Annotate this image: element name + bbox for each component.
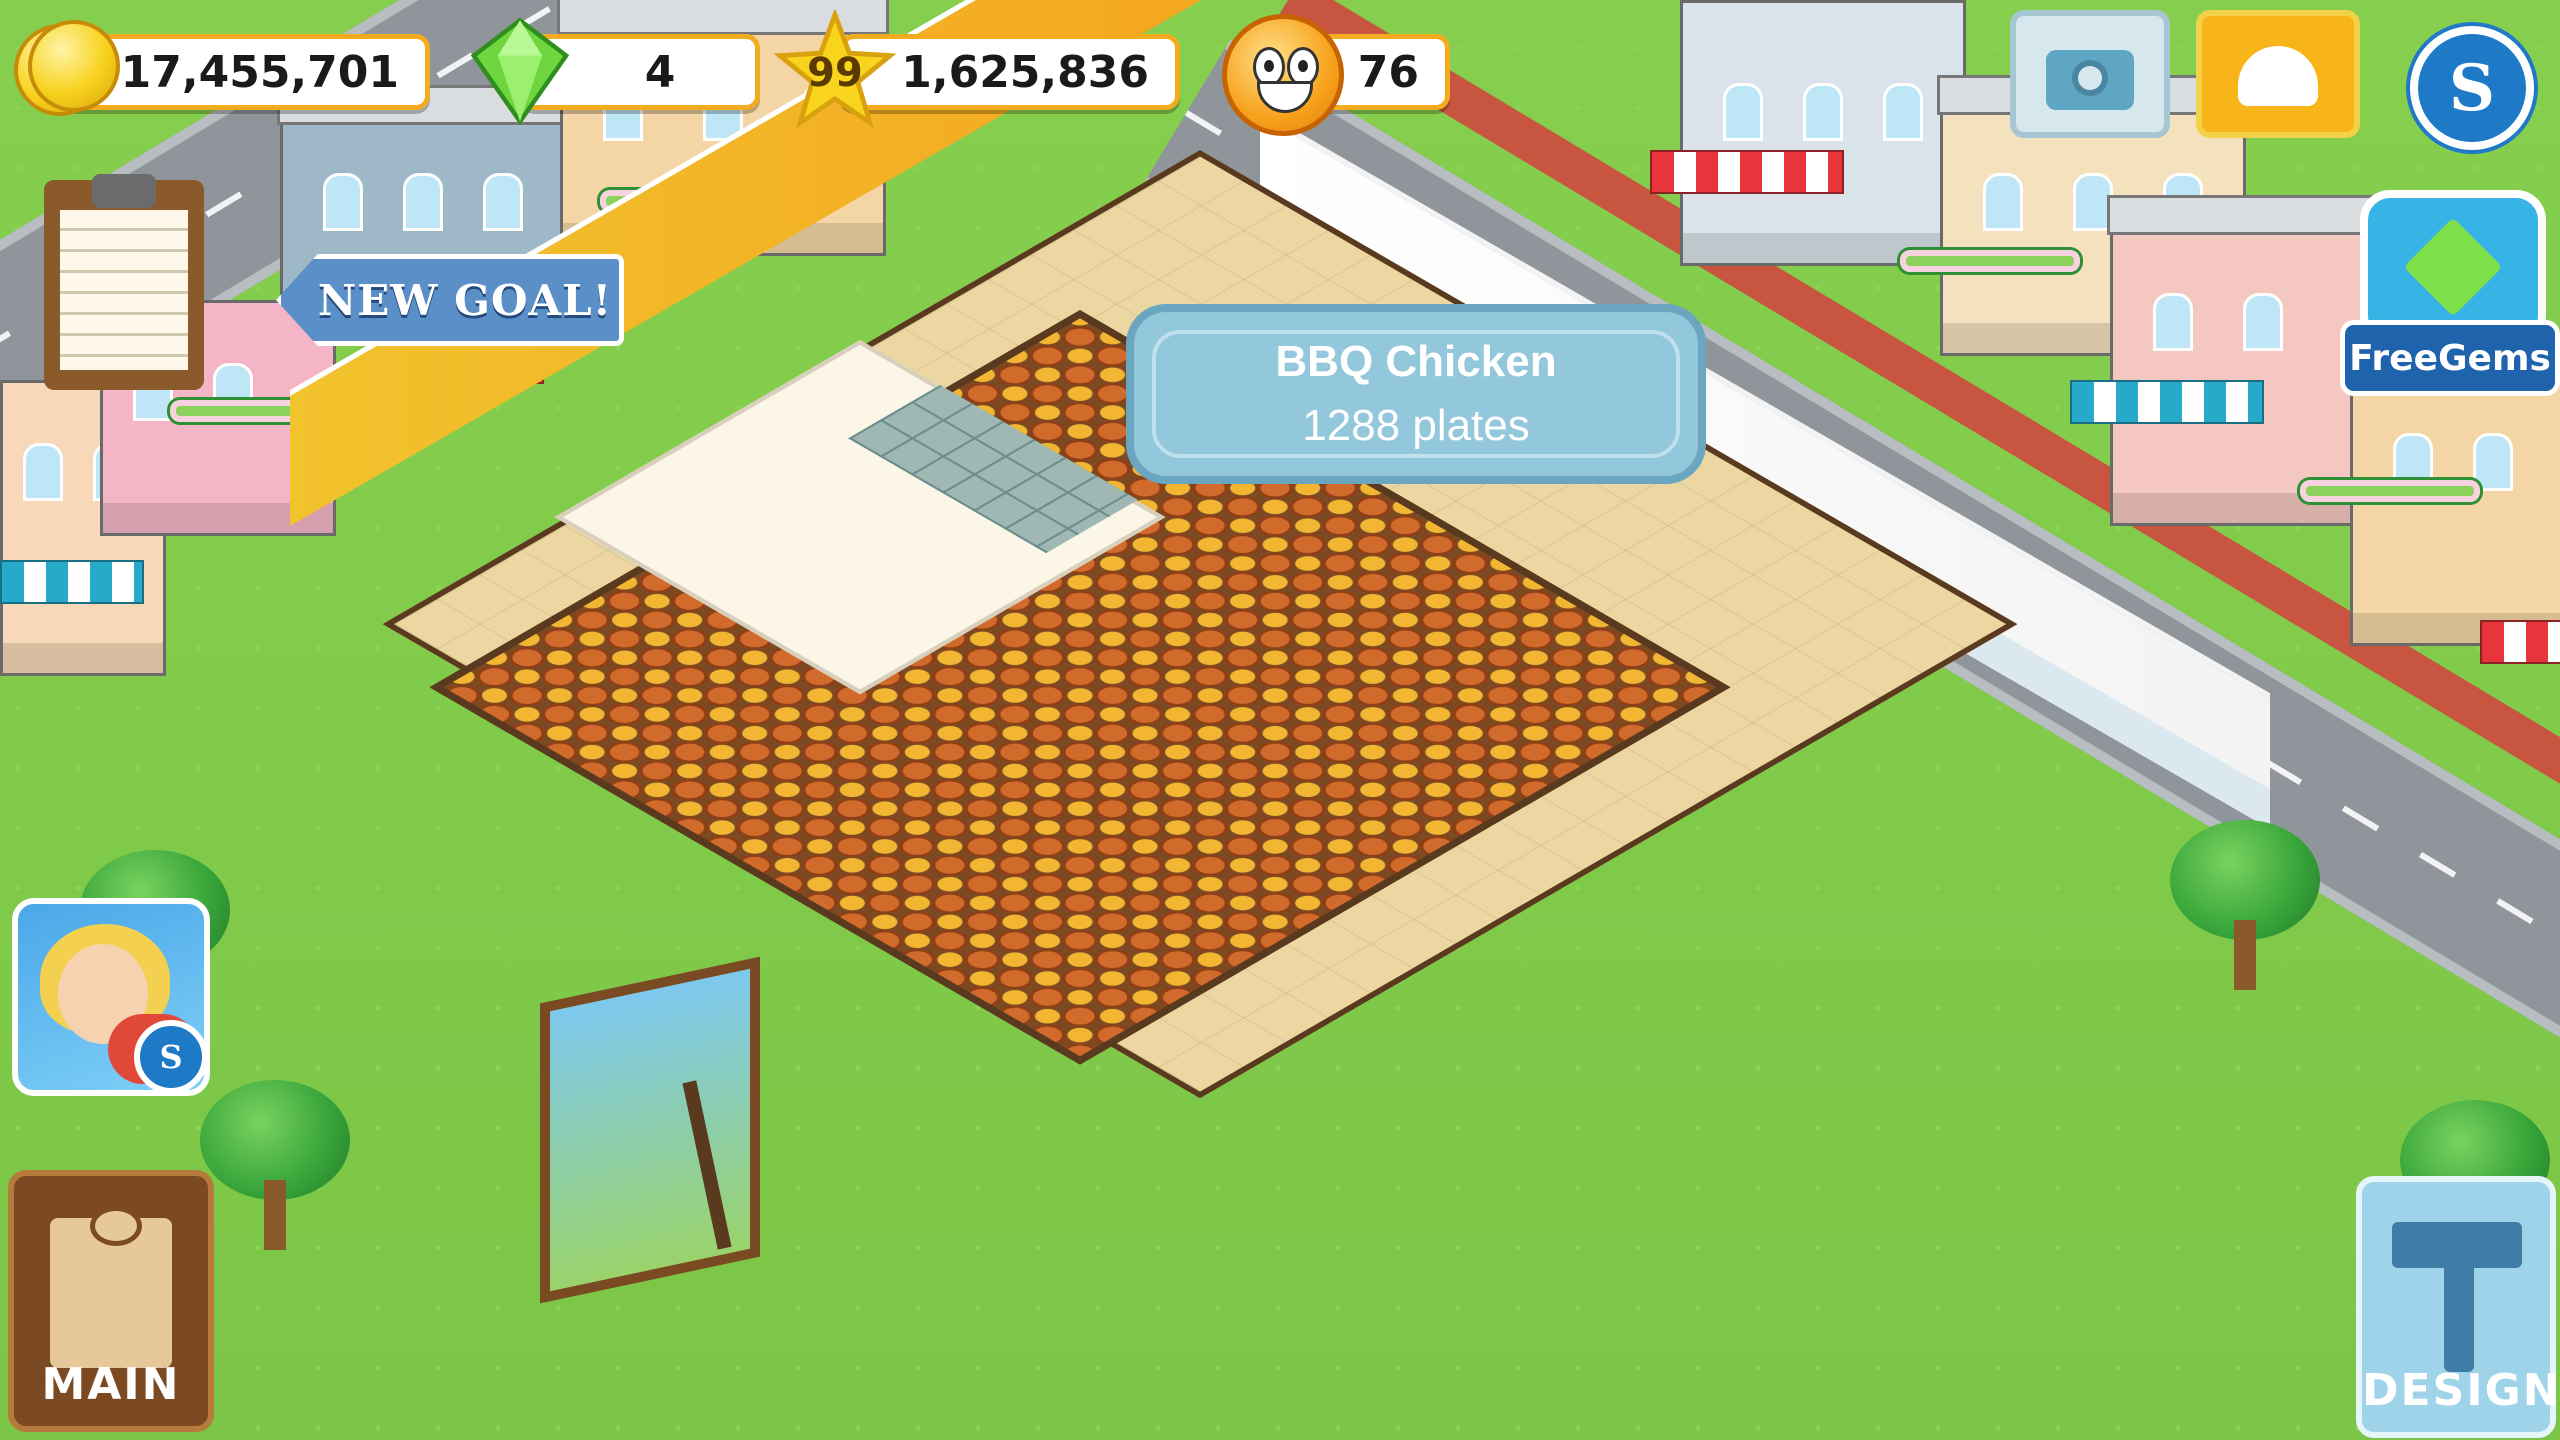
free-gems-label: FreeGems xyxy=(2340,320,2560,396)
star-icon: 99 xyxy=(770,7,900,130)
phone-button[interactable] xyxy=(2196,10,2360,138)
building-window xyxy=(2153,293,2193,351)
gems-value: 4 xyxy=(644,46,676,98)
camera-button[interactable] xyxy=(2010,10,2170,138)
camera-lens xyxy=(2072,60,2108,96)
design-label: DESIGN xyxy=(2362,1365,2560,1416)
building-window xyxy=(1803,83,1843,141)
tree xyxy=(2170,820,2320,990)
xp-value: 1,625,836 xyxy=(901,46,1149,98)
social-s-icon: S xyxy=(2448,50,2496,126)
building-window xyxy=(1883,83,1923,141)
main-label: MAIN xyxy=(41,1359,181,1410)
farm-story-billboard[interactable] xyxy=(540,956,760,1304)
store-awning xyxy=(2480,620,2560,664)
goals-clipboard-button[interactable] xyxy=(44,174,204,390)
tooltip-border xyxy=(1152,330,1680,458)
building-roof xyxy=(2107,195,2379,235)
tree xyxy=(200,1080,350,1250)
building-window xyxy=(1723,83,1763,141)
happiness-value: 76 xyxy=(1357,46,1419,98)
main-menu-button[interactable]: MAIN xyxy=(8,1170,214,1432)
clipboard-icon xyxy=(50,1206,172,1368)
promo-app-button[interactable]: S xyxy=(12,898,210,1096)
store-awning xyxy=(0,560,144,604)
coin-stack-icon xyxy=(14,20,124,116)
clipboard-clip xyxy=(92,174,156,208)
flower-planter xyxy=(2300,480,2480,502)
building-window xyxy=(23,443,63,501)
design-mode-button[interactable]: DESIGN xyxy=(2356,1176,2560,1438)
coins-value: 17,455,701 xyxy=(120,46,399,98)
new-goal-banner[interactable]: NEW GOAL! xyxy=(276,254,624,346)
dish-tooltip: BBQ Chicken 1288 plates xyxy=(1126,304,1706,484)
social-button[interactable]: S xyxy=(2410,26,2534,150)
building xyxy=(2350,360,2560,646)
level-value: 99 xyxy=(807,50,863,96)
hammer-handle xyxy=(2444,1262,2474,1372)
promo-social-badge: S xyxy=(134,1020,204,1090)
tree-trunk xyxy=(264,1180,286,1250)
clipboard-icon xyxy=(60,210,188,370)
green-gem-icon xyxy=(460,16,580,126)
building-window xyxy=(2473,433,2513,491)
building-window xyxy=(2243,293,2283,351)
phone-icon xyxy=(2238,46,2318,106)
tree-trunk xyxy=(2234,920,2256,990)
free-gems-button[interactable]: FreeGems xyxy=(2340,170,2560,396)
smiley-face-icon xyxy=(1222,14,1344,136)
game-world[interactable] xyxy=(0,0,2560,1440)
